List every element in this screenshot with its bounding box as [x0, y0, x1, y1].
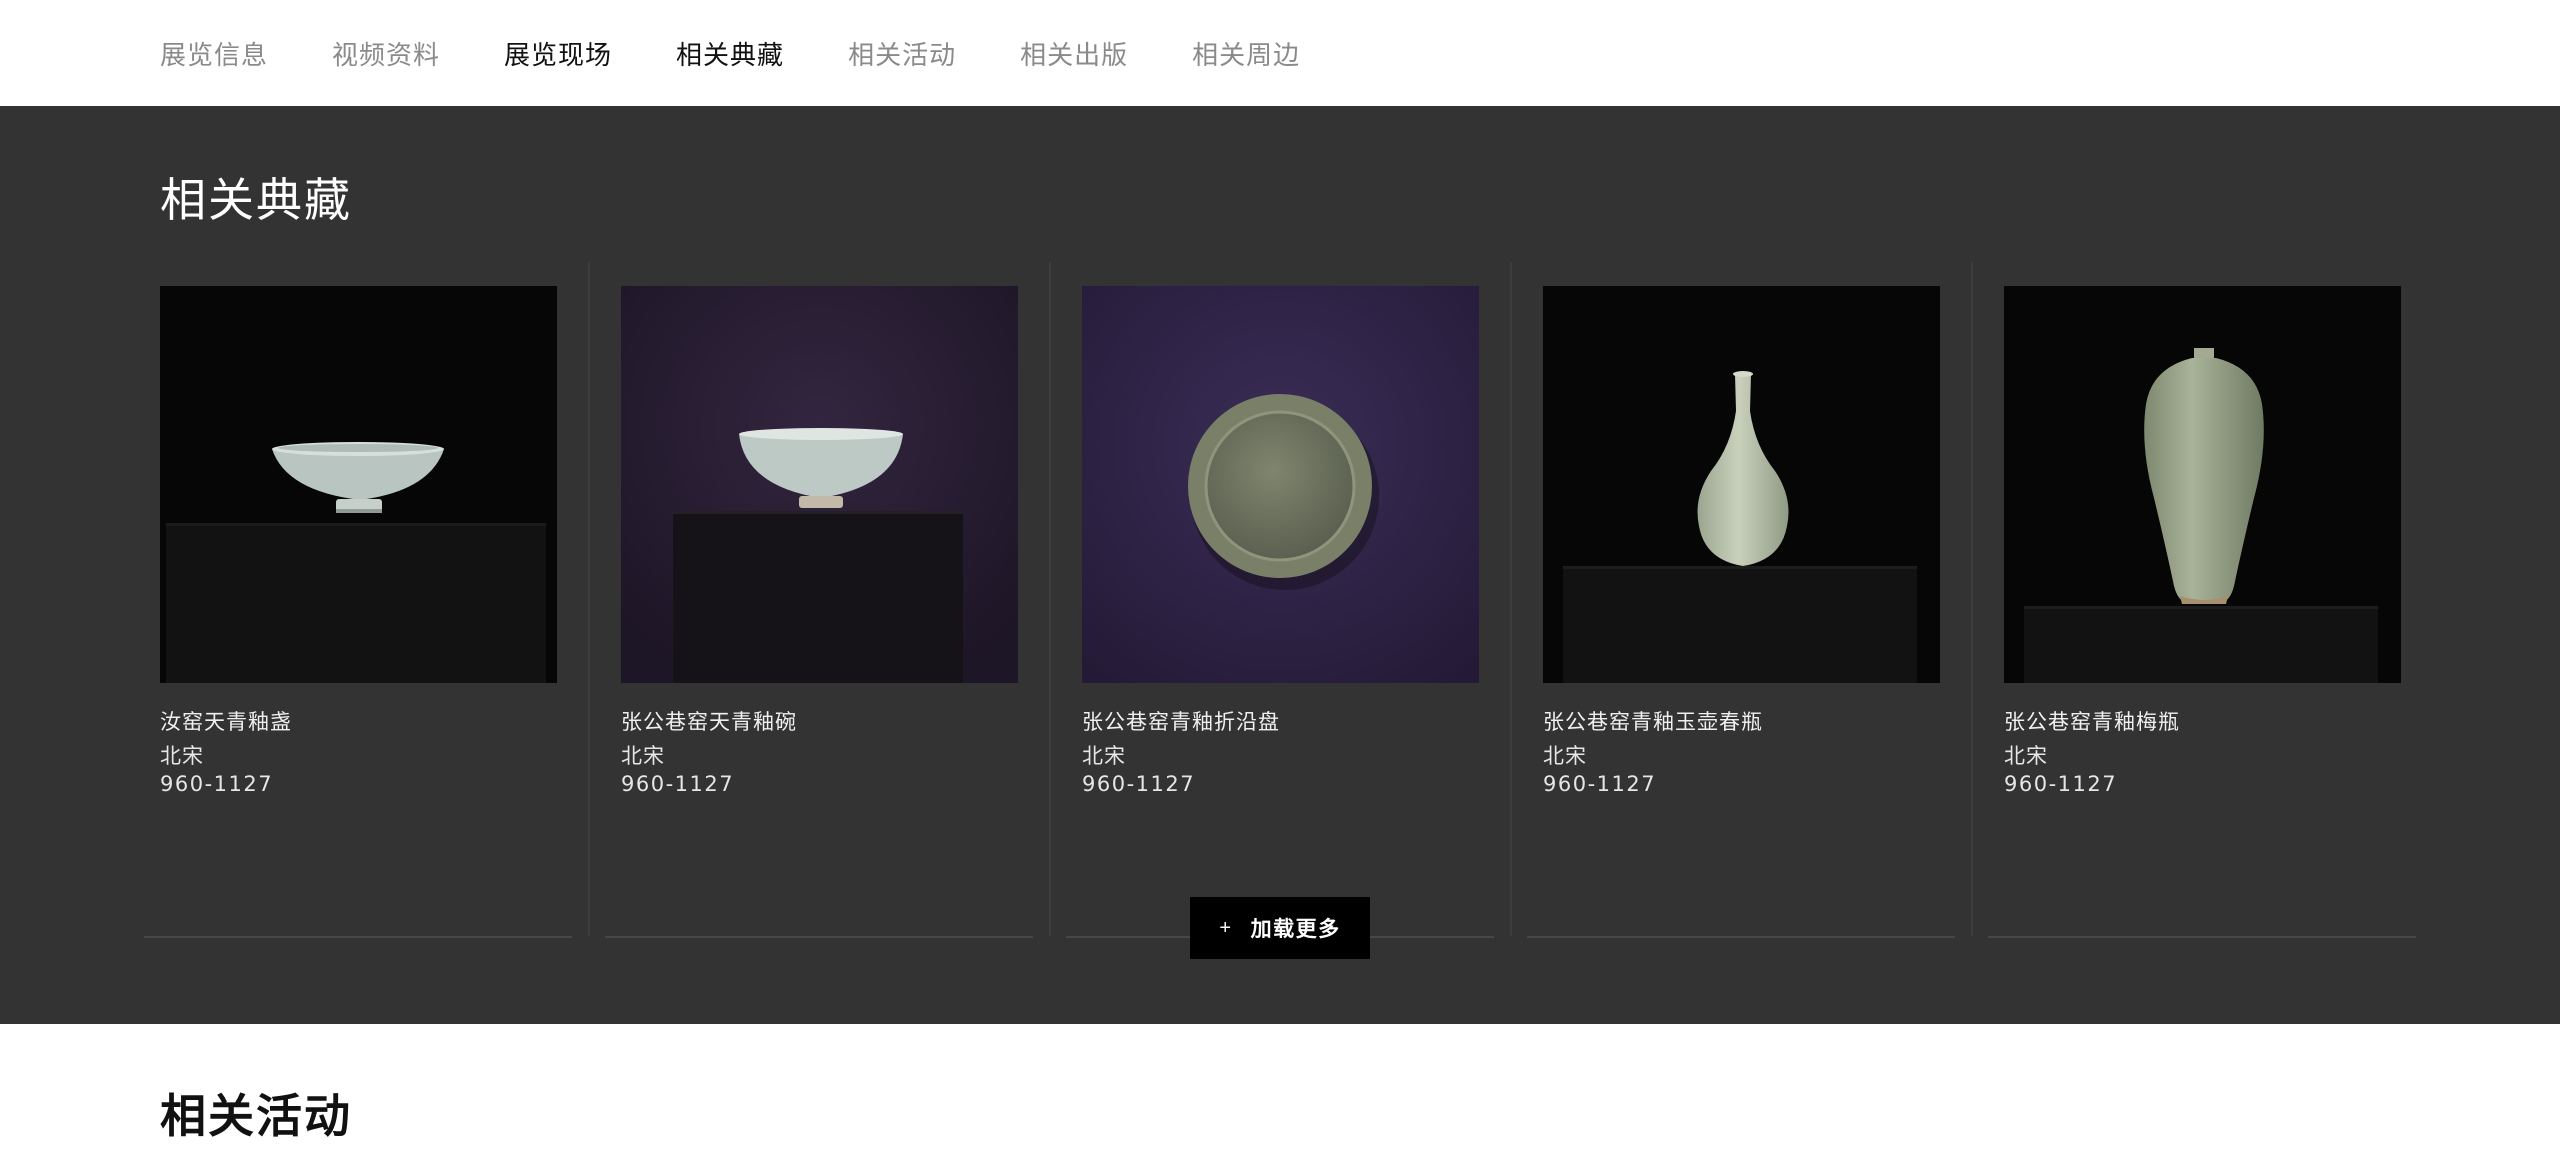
- ru-bowl-image: [160, 286, 557, 683]
- item-name[interactable]: 张公巷窑天青釉碗: [621, 706, 797, 736]
- item-name[interactable]: 张公巷窑青釉玉壶春瓶: [1543, 706, 1763, 736]
- zhanggongxiang-bowl-image: [621, 286, 1018, 683]
- item-years: 960-1127: [2004, 772, 2118, 796]
- collection-card[interactable]: 张公巷窑青釉玉壶春瓶 北宋 960-1127: [1527, 262, 1973, 938]
- collection-section: 相关典藏 汝窑天青釉盏 北宋 960-1127 张公巷窑天青釉碗 北宋 960-…: [0, 106, 2560, 1024]
- activities-section: 相关活动: [0, 1024, 2560, 1149]
- item-dynasty: 北宋: [2004, 744, 2048, 768]
- collection-card[interactable]: 张公巷窑天青釉碗 北宋 960-1127: [605, 262, 1051, 938]
- nav-item-activities[interactable]: 相关活动: [848, 35, 956, 72]
- meiping-vase-image: [2004, 286, 2401, 683]
- item-dynasty: 北宋: [1543, 744, 1587, 768]
- collection-image[interactable]: [2004, 286, 2401, 683]
- card-divider: [1510, 262, 1512, 936]
- collection-card[interactable]: 张公巷窑青釉折沿盘 北宋 960-1127: [1066, 262, 1512, 938]
- zhanggongxiang-plate-image: [1082, 286, 1479, 683]
- load-more-button[interactable]: + 加载更多: [1190, 897, 1370, 959]
- item-years: 960-1127: [1082, 772, 1196, 796]
- card-divider: [588, 262, 590, 936]
- card-divider: [1971, 262, 1973, 936]
- collection-image[interactable]: [621, 286, 1018, 683]
- top-nav: 展览信息 视频资料 展览现场 相关典藏 相关活动 相关出版 相关周边: [0, 0, 2560, 106]
- item-years: 960-1127: [621, 772, 735, 796]
- collection-image[interactable]: [160, 286, 557, 683]
- nav-item-exhibition-info[interactable]: 展览信息: [160, 35, 268, 72]
- nav-item-video[interactable]: 视频资料: [332, 35, 440, 72]
- item-name[interactable]: 张公巷窑青釉折沿盘: [1082, 706, 1280, 736]
- collection-image[interactable]: [1543, 286, 1940, 683]
- nav-item-collection[interactable]: 相关典藏: [676, 35, 784, 72]
- collection-card[interactable]: 汝窑天青釉盏 北宋 960-1127: [144, 262, 590, 938]
- section-title: 相关典藏: [160, 173, 352, 227]
- load-more-label: 加载更多: [1250, 918, 1341, 941]
- section-title: 相关活动: [160, 1089, 352, 1143]
- card-divider: [1049, 262, 1051, 936]
- collection-image[interactable]: [1082, 286, 1479, 683]
- item-years: 960-1127: [160, 772, 274, 796]
- nav-item-merchandise[interactable]: 相关周边: [1192, 35, 1300, 72]
- item-years: 960-1127: [1543, 772, 1657, 796]
- item-name[interactable]: 汝窑天青釉盏: [160, 706, 292, 736]
- plus-icon: +: [1219, 916, 1233, 939]
- nav-item-publications[interactable]: 相关出版: [1020, 35, 1128, 72]
- item-dynasty: 北宋: [1082, 744, 1126, 768]
- collection-card[interactable]: 张公巷窑青釉梅瓶 北宋 960-1127: [1988, 262, 2416, 938]
- yuhuchun-vase-image: [1543, 286, 1940, 683]
- item-dynasty: 北宋: [160, 744, 204, 768]
- item-dynasty: 北宋: [621, 744, 665, 768]
- collection-list: 汝窑天青釉盏 北宋 960-1127 张公巷窑天青釉碗 北宋 960-1127 …: [144, 262, 2416, 938]
- nav-item-exhibition-site[interactable]: 展览现场: [504, 35, 612, 72]
- item-name[interactable]: 张公巷窑青釉梅瓶: [2004, 706, 2180, 736]
